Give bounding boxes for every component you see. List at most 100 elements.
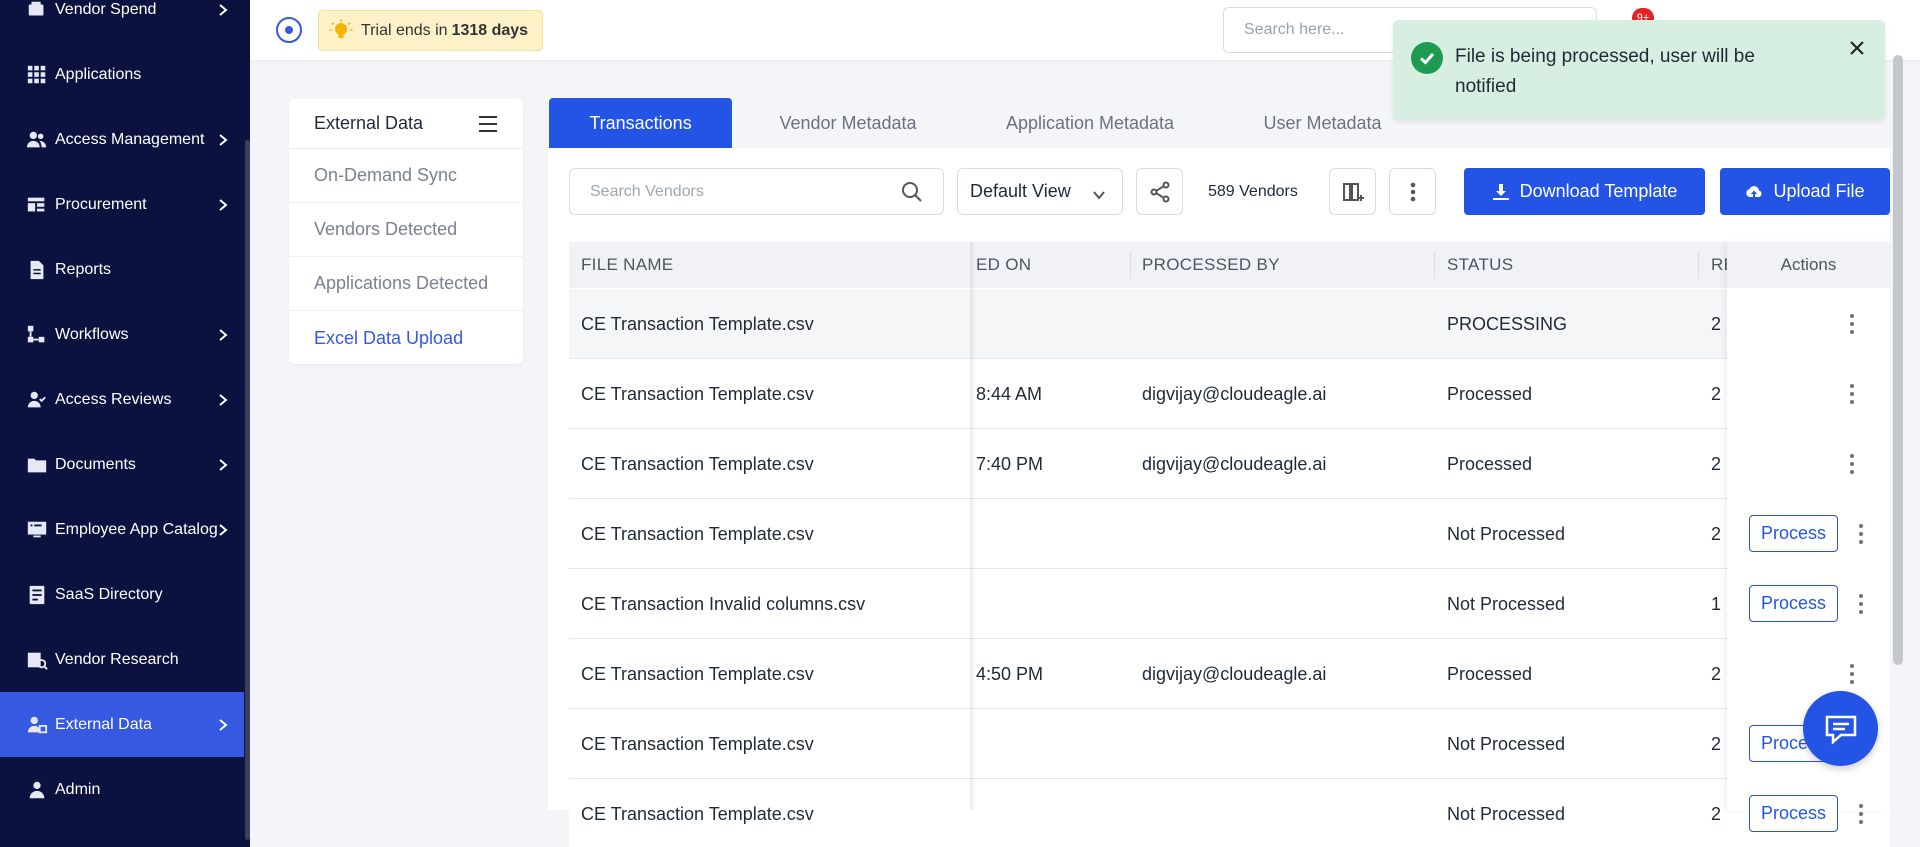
hamburger-menu-icon[interactable] [477,114,499,134]
sidebar-item-admin[interactable]: Admin [0,757,244,822]
chevron-right-icon [216,458,230,472]
tab-transactions[interactable]: Transactions [549,98,732,148]
chevron-right-icon [216,198,230,212]
subnav-item-excel-data-upload[interactable]: Excel Data Upload [289,311,523,365]
sidebar-item-documents[interactable]: Documents [0,432,244,497]
cell-records: 2 [1711,523,1722,544]
cell-file-name: CE Transaction Template.csv [581,803,814,824]
subnav-header: External Data [289,99,523,149]
tab-application-metadata[interactable]: Application Metadata [980,98,1200,148]
subnav-title: External Data [314,113,424,133]
cell-processed-by: digvijay@cloudeagle.ai [1142,663,1327,684]
column-divider[interactable] [1130,252,1131,278]
tab-user-metadata[interactable]: User Metadata [1240,98,1405,148]
subnav-item-applications-detected[interactable]: Applications Detected [289,257,523,311]
process-button[interactable]: Process [1749,795,1838,832]
sidebar-item-saas-directory[interactable]: SaaS Directory [0,562,244,627]
share-button[interactable] [1136,168,1183,215]
cell-records: 2 [1711,453,1722,474]
subnav-item-vendors-detected[interactable]: Vendors Detected [289,203,523,257]
page-scrollbar[interactable] [1893,55,1903,665]
external-data-subnav: External Data On-Demand Sync Vendors Det… [289,99,523,364]
sidebar-scrollbar[interactable] [245,140,250,840]
directory-icon [25,583,49,607]
sidebar-item-label: Vendor Research [55,650,179,668]
cell-records: 2 [1711,733,1722,754]
header-file-name[interactable]: FILE NAME [581,242,673,288]
process-button[interactable]: Process [1749,585,1838,622]
row-menu-icon[interactable] [1842,382,1862,406]
sidebar-item-label: Employee App Catalog [55,520,218,538]
pinned-column-shadow [970,242,976,810]
table-row[interactable]: CE Transaction Template.csv 4:50 PM digvij… [569,639,1890,709]
close-icon[interactable] [1847,38,1867,58]
kebab-menu-icon [1410,182,1415,201]
header-status[interactable]: STATUS [1447,242,1513,288]
row-menu-icon[interactable] [1851,522,1871,546]
row-menu-icon[interactable] [1842,452,1862,476]
upload-file-label: Upload File [1773,181,1865,201]
procurement-icon [25,193,49,217]
trial-text: Trial ends in [361,21,448,39]
success-toast: File is being processed, user will be no… [1393,20,1885,120]
sidebar-item-employee-app-catalog[interactable]: Employee App Catalog [0,497,244,562]
sidebar-item-reports[interactable]: Reports [0,237,244,302]
table-row[interactable]: CE Transaction Template.csv Not Processed… [569,709,1890,779]
row-menu-icon[interactable] [1842,312,1862,336]
view-select-value: Default View [970,181,1071,201]
sidebar-item-label: Documents [55,455,136,473]
row-menu-icon[interactable] [1851,592,1871,616]
view-select[interactable]: Default View [957,168,1123,215]
table-row[interactable]: CE Transaction Template.csv Not Processed… [569,779,1890,847]
share-icon [1150,181,1169,202]
tab-vendor-metadata[interactable]: Vendor Metadata [748,98,948,148]
check-circle-icon [1411,42,1443,74]
table-row[interactable]: CE Transaction Template.csv 7:40 PM digvij… [569,429,1890,499]
sidebar-item-vendor-spend[interactable]: Vendor Spend [0,0,244,42]
cell-processed-by: digvijay@cloudeagle.ai [1142,383,1327,404]
sidebar-item-procurement[interactable]: Procurement [0,172,244,237]
chat-support-button[interactable] [1803,691,1878,766]
process-button[interactable]: Process [1749,515,1838,552]
target-icon[interactable] [276,17,302,43]
grid-icon [25,63,49,87]
subnav-item-on-demand-sync[interactable]: On-Demand Sync [289,149,523,203]
vendor-spend-icon [25,0,49,22]
sidebar-item-applications[interactable]: Applications [0,42,244,107]
table-row[interactable]: CE Transaction Template.csv 8:44 AM digvij… [569,359,1890,429]
header-processed-by[interactable]: PROCESSED BY [1142,242,1280,288]
header-processed-on[interactable]: ED ON [976,242,1031,288]
sidebar-item-label: Access Management [55,130,205,148]
global-search-placeholder: Search here... [1244,21,1345,38]
row-menu-icon[interactable] [1842,662,1862,686]
cell-file-name: CE Transaction Template.csv [581,383,814,404]
upload-file-button[interactable]: Upload File [1720,168,1890,215]
sidebar-item-access-reviews[interactable]: Access Reviews [0,367,244,432]
chevron-right-icon [216,718,230,732]
vendor-research-icon [25,648,49,672]
sidebar-item-label: SaaS Directory [55,585,163,603]
catalog-icon [25,518,49,542]
search-icon[interactable] [901,181,923,203]
sidebar-item-label: Procurement [55,195,147,213]
download-template-label: Download Template [1519,181,1678,201]
row-menu-icon[interactable] [1851,802,1871,826]
sidebar-item-vendor-research[interactable]: Vendor Research [0,627,244,692]
column-settings-button[interactable] [1329,168,1376,215]
sidebar-item-external-data[interactable]: External Data [0,692,244,757]
download-template-button[interactable]: Download Template [1464,168,1705,215]
column-divider[interactable] [1698,252,1699,278]
vendor-search-input[interactable]: Search Vendors [569,168,944,215]
table-row[interactable]: CE Transaction Invalid columns.csv Not Pr… [569,569,1890,639]
cell-file-name: CE Transaction Template.csv [581,313,814,334]
sidebar-item-workflows[interactable]: Workflows [0,302,244,367]
sidebar-item-access-management[interactable]: Access Management [0,107,244,172]
column-divider[interactable] [1434,252,1435,278]
cell-processed-by: digvijay@cloudeagle.ai [1142,453,1327,474]
more-options-button[interactable] [1389,168,1436,215]
table-row[interactable]: CE Transaction Template.csv PROCESSING 2 [569,289,1890,359]
cell-status: Not Processed [1447,523,1566,544]
cell-status: Processed [1447,453,1533,474]
table-row[interactable]: CE Transaction Template.csv Not Processed… [569,499,1890,569]
folder-icon [25,453,49,477]
